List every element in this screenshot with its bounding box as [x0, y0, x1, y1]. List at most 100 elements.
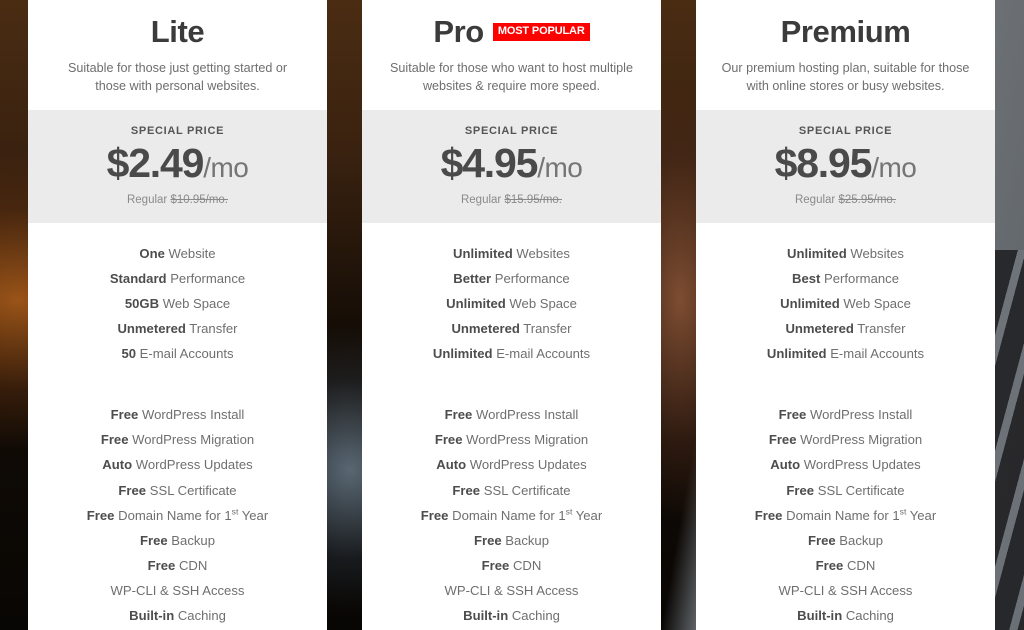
regular-price-value: $10.95/mo.	[170, 193, 228, 206]
feature-item: Free Backup	[40, 528, 315, 553]
feature-item: Auto WordPress Updates	[374, 452, 649, 477]
pricing-card-pro[interactable]: Pro MOST POPULAR Suitable for those who wa…	[362, 0, 661, 630]
feature-highlight: Auto	[102, 457, 133, 473]
feature-highlight: Unmetered	[117, 321, 186, 337]
feature-item: Free WordPress Install	[374, 402, 649, 427]
feature-text: WordPress Migration	[796, 432, 923, 448]
feature-highlight: Unmetered	[785, 321, 854, 337]
feature-text-tail: Year	[572, 507, 603, 523]
feature-text: CDN	[509, 557, 542, 573]
feature-highlight: Free	[808, 532, 836, 548]
secondary-feature-list: Free WordPress Install Free WordPress Mig…	[28, 385, 327, 630]
most-popular-badge: MOST POPULAR	[492, 23, 590, 41]
feature-text: Domain Name for 1	[782, 507, 900, 523]
feature-item: Built-in Caching	[40, 603, 315, 628]
plan-name: Pro	[433, 13, 484, 49]
feature-text: Performance	[491, 270, 570, 286]
feature-highlight: Built-in	[463, 607, 509, 623]
regular-price-prefix: Regular	[794, 193, 839, 206]
feature-item: Unmetered Transfer	[708, 316, 983, 341]
feature-highlight: Free	[100, 432, 129, 448]
price-row: $2.49/mo	[38, 142, 317, 184]
regular-price-prefix: Regular	[126, 193, 171, 206]
feature-item: Free Domain Name for 1st Year	[374, 503, 649, 528]
feature-text: Websites	[512, 245, 570, 261]
feature-text: CDN	[175, 557, 208, 573]
feature-highlight: Free	[444, 407, 473, 423]
feature-highlight: Unlimited	[446, 295, 506, 311]
feature-item: 50 E-mail Accounts	[40, 341, 315, 366]
feature-item: Unmetered Transfer	[374, 316, 649, 341]
special-price-band: SPECIAL PRICE $4.95/mo Regular $15.95/mo.	[362, 109, 661, 223]
plan-header: Lite Suitable for those just getting star…	[28, 0, 327, 110]
plan-description: Our premium hosting plan, suitable for t…	[721, 61, 970, 93]
feature-highlight: 50	[121, 346, 137, 362]
feature-text: Backup	[835, 532, 883, 548]
feature-item: Auto WordPress Updates	[708, 452, 983, 477]
feature-item: One Website	[40, 241, 315, 266]
feature-item: Unlimited Websites	[374, 241, 649, 266]
feature-text: CDN	[843, 557, 876, 573]
feature-item: WP-CLI & SSH Access	[40, 578, 315, 603]
feature-text: Performance	[820, 270, 899, 286]
plan-name: Premium	[780, 13, 911, 49]
feature-item: Unlimited Websites	[708, 241, 983, 266]
regular-price-row: Regular $25.95/mo.	[706, 194, 985, 206]
feature-text: WordPress Install	[472, 407, 579, 423]
feature-highlight: Free	[786, 482, 815, 498]
feature-text: Backup	[501, 532, 549, 548]
feature-text: E-mail Accounts	[492, 346, 591, 362]
feature-item: Best Performance	[708, 266, 983, 291]
feature-item: Free CDN	[374, 553, 649, 578]
feature-highlight: Unlimited	[432, 346, 493, 362]
feature-text: E-mail Accounts	[826, 346, 925, 362]
feature-text: WordPress Updates	[132, 457, 253, 473]
feature-highlight: Free	[118, 482, 147, 498]
feature-text: Web Space	[505, 295, 577, 311]
price-row: $8.95/mo	[706, 139, 985, 186]
feature-highlight: Free	[474, 532, 502, 548]
feature-highlight: Free	[754, 507, 783, 523]
feature-item: Unlimited E-mail Accounts	[374, 341, 649, 366]
feature-highlight: Free	[140, 532, 168, 548]
special-price-label: SPECIAL PRICE	[130, 124, 225, 137]
feature-item: Free WordPress Install	[708, 402, 983, 427]
feature-highlight: Unlimited	[780, 295, 840, 311]
price-amount: $8.95	[774, 139, 873, 186]
feature-text: Websites	[846, 245, 904, 261]
pricing-card-lite[interactable]: Lite Suitable for those just getting star…	[28, 0, 327, 630]
feature-item: WP-CLI & SSH Access	[374, 578, 649, 603]
feature-text: Website	[164, 245, 216, 261]
feature-text: Backup	[167, 532, 215, 548]
feature-highlight: Free	[768, 432, 797, 448]
special-price-band: SPECIAL PRICE $8.95/mo Regular $25.95/mo.	[696, 109, 995, 223]
feature-item: Free WordPress Migration	[708, 427, 983, 452]
feature-highlight: Free	[147, 557, 176, 573]
feature-highlight: Free	[481, 557, 510, 573]
plan-name: Lite	[150, 13, 205, 49]
feature-item: Free CDN	[40, 553, 315, 578]
feature-text: Caching	[842, 607, 894, 623]
feature-highlight: Free	[815, 557, 844, 573]
feature-highlight: Auto	[770, 457, 801, 473]
special-price-label: SPECIAL PRICE	[464, 124, 559, 137]
feature-text-tail: Year	[906, 507, 937, 523]
feature-item: Auto WordPress Updates	[40, 452, 315, 477]
feature-text: Web Space	[159, 295, 231, 311]
feature-highlight: Unlimited	[766, 346, 827, 362]
feature-text: WordPress Migration	[128, 432, 255, 448]
feature-text: SSL Certificate	[480, 482, 571, 498]
feature-highlight: Free	[452, 482, 481, 498]
feature-item: Free WordPress Migration	[374, 427, 649, 452]
feature-item: Built-in Caching	[374, 603, 649, 628]
pricing-plans-container: Lite Suitable for those just getting star…	[28, 0, 996, 630]
price-row: $4.95/mo	[372, 142, 651, 184]
pricing-page: Lite Suitable for those just getting star…	[0, 0, 1024, 630]
plan-description: Suitable for those who want to host mult…	[390, 61, 633, 93]
feature-highlight: Free	[434, 432, 463, 448]
pricing-card-premium[interactable]: Premium Our premium hosting plan, suitabl…	[696, 0, 995, 630]
secondary-feature-list: Free WordPress Install Free WordPress Mig…	[696, 385, 995, 630]
regular-price-prefix: Regular	[460, 193, 505, 206]
price-period: /mo	[537, 151, 583, 183]
regular-price-value: $25.95/mo.	[838, 193, 896, 206]
